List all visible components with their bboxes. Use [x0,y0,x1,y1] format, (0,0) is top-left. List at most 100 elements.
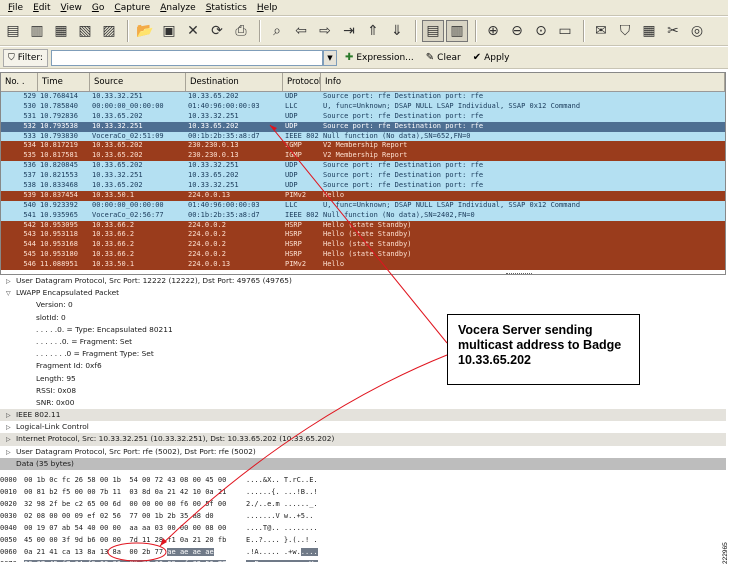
zoom-normal-button[interactable]: ⊙ [530,20,552,42]
column-header-protocol[interactable]: Protocol [283,73,321,91]
capture-options-button[interactable]: ▥ [26,20,48,42]
save-file-button[interactable]: ▣ [158,20,180,42]
packet-row[interactable]: 531 10.792836 10.33.65.202 10.33.32.251 UDP S… [1,111,725,122]
menu-edit[interactable]: Edit [28,3,55,13]
packet-row[interactable]: 534 10.817219 10.33.65.202 230.230.0.13 IGMP… [1,141,725,152]
hex-row[interactable]: 007000 07 45 f7 04 f9 00 00 00 72 00 09 … [0,558,726,562]
column-header-time[interactable]: Time [38,73,90,91]
packet-protocol: IGMP [285,141,302,150]
packet-protocol: LLC [285,101,298,110]
detail-tree-item[interactable]: Data (35 bytes) [0,457,726,470]
zoom-in-button[interactable]: ⊕ [482,20,504,42]
packet-row[interactable]: 529 10.768414 10.33.32.251 10.33.65.202 UDP S… [1,92,725,102]
packet-row[interactable]: 538 10.833468 10.33.65.202 10.33.32.251 UDP S… [1,181,725,191]
detail-tree-item[interactable]: ▷ User Datagram Protocol, Src Port: rfe (… [0,446,726,458]
packet-destination: 224.0.0.2 [188,250,226,259]
filter-input[interactable] [50,49,323,66]
detail-tree-item[interactable]: ▷ IEEE 802.11 [0,409,726,422]
column-header-no[interactable]: No. . [1,73,38,91]
collapsed-arrow-icon[interactable]: ▷ [6,447,16,459]
find-packet-button[interactable]: ⌕ [266,20,288,42]
display-filters-button[interactable]: ⛉ [614,20,636,42]
detail-tree-item[interactable]: ▷ User Datagram Protocol, Src Port: 12222… [0,275,726,287]
resize-columns-button[interactable]: ▭ [554,20,576,42]
clear-button[interactable]: ✎ Clear [422,49,465,67]
collapsed-arrow-icon[interactable]: ▷ [6,434,16,446]
menu-capture[interactable]: Capture [109,3,155,13]
ascii-text: ......{. ...!B..! [246,488,318,496]
zoom-out-icon: ⊖ [511,23,523,39]
hex-row[interactable]: 0030 02 08 00 00 09 ef 02 56 77 00 1b 2b … [0,510,726,522]
packet-row[interactable]: 532 10.793538 10.33.32.251 10.33.65.202 UDP S… [1,121,725,132]
packet-row[interactable]: 543 10.953118 10.33.66.2 224.0.0.2 HSRP Hello… [1,230,725,241]
packet-row[interactable]: 542 10.953095 10.33.66.2 224.0.0.2 HSRP Hello… [1,220,725,231]
stop-capture-button[interactable]: ▧ [74,20,96,42]
packet-row[interactable]: 530 10.785840 00:00:00_00:00:00 01:40:96:00… [1,101,725,112]
hex-row[interactable]: 0050 45 00 00 3f 9d b6 00 00 7d 11 28 f1 … [0,534,726,546]
packet-destination: 224.0.0.2 [188,230,226,239]
detail-tree-item[interactable]: SNR: 0x00 [0,397,726,409]
expression-button[interactable]: ✚ Expression... [341,49,418,67]
preferences-button[interactable]: ✂ [662,20,684,42]
go-back-button[interactable]: ⇦ [290,20,312,42]
detail-tree-item[interactable]: Version: 0 [0,299,726,311]
go-last-button[interactable]: ⇓ [386,20,408,42]
menu-bar: File Edit View Go Capture Analyze Statistics He… [0,0,728,16]
detail-tree-item[interactable]: ▷ Logical-Link Control [0,421,726,433]
go-forward-button[interactable]: ⇨ [314,20,336,42]
auto-scroll-button[interactable]: ▥ [446,20,468,42]
hex-row[interactable]: 0040 00 19 07 ab 54 40 00 00 aa aa 03 00 … [0,522,726,534]
reload-button[interactable]: ⟳ [206,20,228,42]
packet-row[interactable]: 536 10.820845 10.33.65.202 10.33.32.251 UDP S… [1,161,725,172]
interface-list-button[interactable]: ▤ [2,20,24,42]
packet-row[interactable]: 541 10.935965 VoceraCo_02:56:77 00:1b:2b:35… [1,210,725,221]
packet-time: 10.821553 [40,171,78,180]
filter-button[interactable]: ⛉ Filter: [3,48,48,67]
apply-button[interactable]: ✔ Apply [469,49,514,67]
filter-toolbar: ⛉ Filter: ▼ ✚ Expression... ✎ Clear ✔ Ap… [0,47,728,69]
print-button[interactable]: ⎙ [230,20,252,42]
detail-tree-item[interactable]: ▷ Internet Protocol, Src: 10.33.32.251 (1… [0,433,726,446]
hex-row[interactable]: 0020 32 98 2f be c2 65 00 6d 00 00 00 00 … [0,498,726,510]
filter-icon: ⛉ [8,52,15,63]
detail-tree-item[interactable]: ▽ LWAPP Encapsulated Packet [0,287,726,299]
zoom-out-button[interactable]: ⊖ [506,20,528,42]
packet-row[interactable]: 545 10.953180 10.33.66.2 224.0.0.2 HSRP Hello… [1,250,725,261]
menu-analyze[interactable]: Analyze [155,3,200,13]
open-file-button[interactable]: 📂 [134,20,156,42]
help-button[interactable]: ◎ [686,20,708,42]
packet-row[interactable]: 533 10.793830 VoceraCo_02:51:09 00:1b:2b:35… [1,131,725,142]
hex-row[interactable]: 0010 00 81 b2 f5 00 00 7b 11 03 8d 0a 21 … [0,486,726,498]
close-file-button[interactable]: ✕ [182,20,204,42]
column-header-info[interactable]: Info [321,73,725,91]
hex-row[interactable]: 0060 0a 21 41 ca 13 8a 13 8a 00 2b 77 ae … [0,546,726,558]
packet-source: VoceraCo_02:51:09 [92,131,164,140]
hex-row[interactable]: 0000 00 1b 0c fc 26 58 00 1b 54 00 72 43 … [0,474,726,486]
packet-list-pane[interactable]: No. . Time Source Destination Protocol I… [0,72,726,275]
packet-bytes-pane[interactable]: 0000 00 1b 0c fc 26 58 00 1b 54 00 72 43 … [0,474,726,562]
start-capture-button[interactable]: ▦ [50,20,72,42]
filter-history-dropdown[interactable]: ▼ [322,49,337,66]
packet-row[interactable]: 544 10.953168 10.33.66.2 224.0.0.2 HSRP Hello… [1,240,725,251]
packet-row[interactable]: 537 10.821553 10.33.32.251 10.33.65.202 UDP S… [1,171,725,182]
packet-row[interactable]: 546 11.088951 10.33.50.1 224.0.0.13 PIMv2 Hel… [1,260,725,271]
packet-row[interactable]: 539 10.837454 10.33.50.1 224.0.0.13 PIMv2 Hel… [1,190,725,201]
colorize-button[interactable]: ▤ [422,20,444,42]
menu-file[interactable]: File [3,3,28,13]
menu-help[interactable]: Help [252,3,283,13]
menu-go[interactable]: Go [87,3,110,13]
menu-view[interactable]: View [56,3,87,13]
packet-protocol: UDP [285,92,298,100]
go-to-packet-button[interactable]: ⇥ [338,20,360,42]
packet-row[interactable]: 535 10.817581 10.33.65.202 230.230.0.13 IGMP… [1,151,725,162]
detail-tree-item[interactable]: RSSI: 0x08 [0,385,726,397]
capture-filters-button[interactable]: ✉ [590,20,612,42]
go-first-button[interactable]: ⇑ [362,20,384,42]
menu-statistics[interactable]: Statistics [201,3,252,13]
column-header-source[interactable]: Source [90,73,186,91]
restart-capture-button[interactable]: ▨ [98,20,120,42]
packet-row[interactable]: 540 10.923392 00:00:00_00:00:00 01:40:96:00… [1,200,725,211]
coloring-rules-button[interactable]: ▦ [638,20,660,42]
expanded-arrow-icon[interactable]: ▽ [6,288,16,300]
column-header-destination[interactable]: Destination [186,73,283,91]
